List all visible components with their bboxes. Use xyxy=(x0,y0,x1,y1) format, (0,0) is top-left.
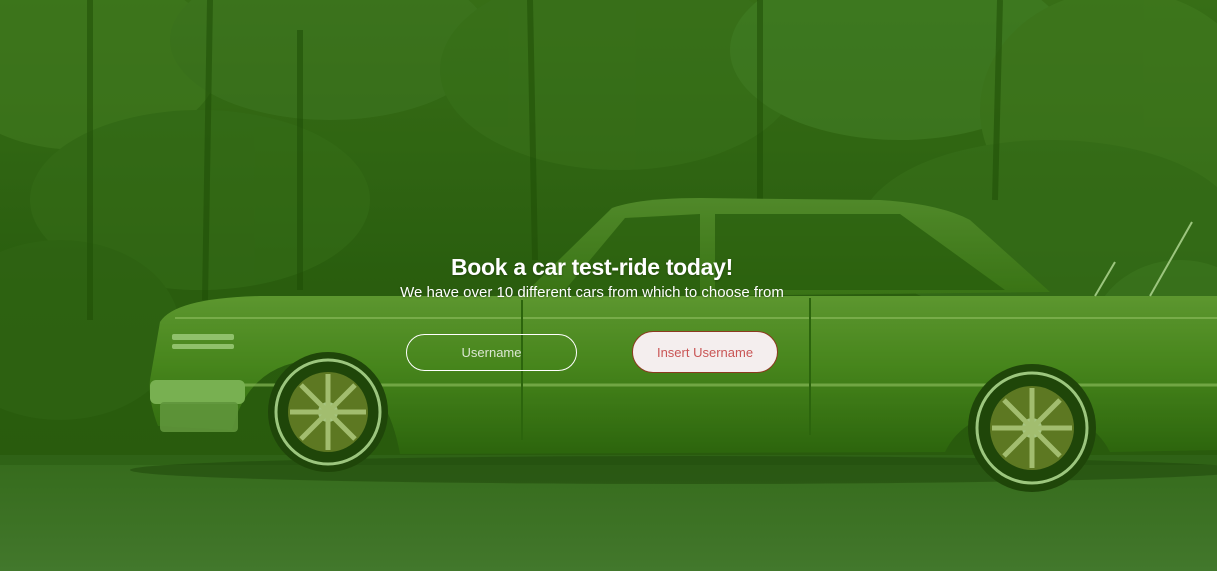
insert-username-button[interactable]: Insert Username xyxy=(632,331,778,373)
hero-content: Book a car test-ride today! We have over… xyxy=(0,0,1217,571)
username-input[interactable] xyxy=(406,334,577,371)
hero-title: Book a car test-ride today! xyxy=(450,254,734,280)
hero-subtitle: We have over 10 different cars from whic… xyxy=(400,284,784,301)
hero-section: Book a car test-ride today! We have over… xyxy=(0,0,1217,571)
